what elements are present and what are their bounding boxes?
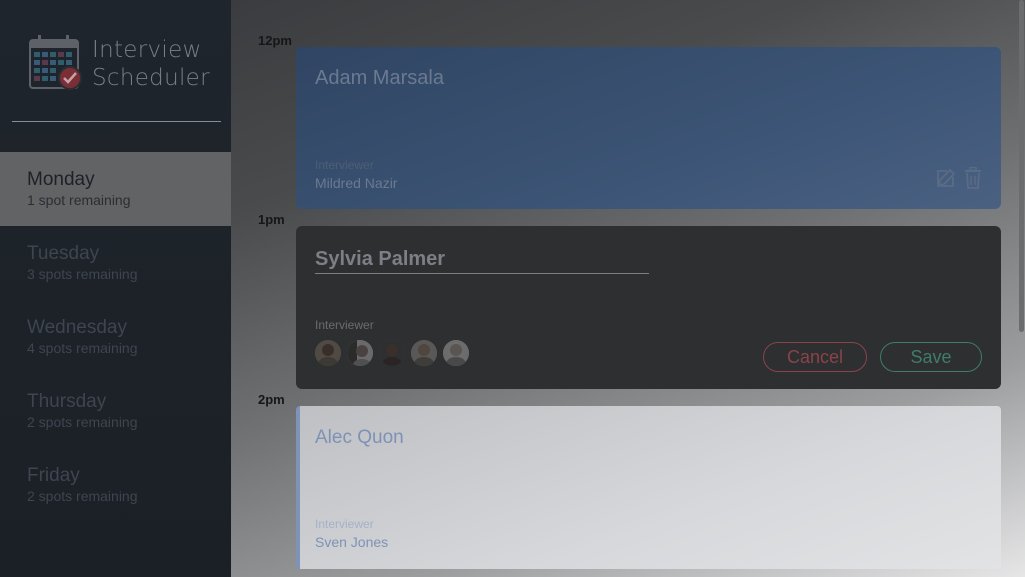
interviewer-avatar[interactable] bbox=[443, 340, 469, 366]
appointment-card: Adam Marsala Interviewer Mildred Nazir bbox=[296, 47, 1001, 209]
interviewer-name: Sven Jones bbox=[315, 534, 389, 550]
day-item-tuesday[interactable]: Tuesday 3 spots remaining bbox=[0, 226, 231, 300]
logo: Interview Scheduler bbox=[26, 34, 216, 94]
day-item-monday[interactable]: Monday 1 spot remaining bbox=[0, 152, 231, 226]
calendar-check-icon bbox=[28, 34, 84, 92]
appointment-actions bbox=[935, 166, 983, 189]
interviewer-name: Mildred Nazir bbox=[315, 175, 398, 191]
interviewer-list bbox=[315, 340, 469, 366]
schedule: 12pm 1pm 2pm Adam Marsala Interviewer Mi… bbox=[231, 0, 1025, 577]
appointment-form: Interviewer Cancel bbox=[296, 226, 1001, 389]
day-spots: 2 spots remaining bbox=[27, 488, 138, 504]
app: Interview Scheduler Monday 1 spot remain… bbox=[0, 0, 1025, 577]
time-label-2pm: 2pm bbox=[258, 392, 285, 407]
interviewer-avatar[interactable] bbox=[411, 340, 437, 366]
app-title-line1: Interview bbox=[92, 37, 202, 63]
interviewer-avatar[interactable] bbox=[379, 340, 405, 366]
day-item-thursday[interactable]: Thursday 2 spots remaining bbox=[0, 374, 231, 448]
cancel-button[interactable]: Cancel bbox=[763, 342, 867, 372]
student-name: Adam Marsala bbox=[315, 67, 444, 89]
interviewer-label: Interviewer bbox=[315, 318, 374, 332]
day-spots: 2 spots remaining bbox=[27, 414, 138, 430]
day-spots: 4 spots remaining bbox=[27, 340, 138, 356]
day-list: Monday 1 spot remaining Tuesday 3 spots … bbox=[0, 152, 231, 522]
app-title-line2: Scheduler bbox=[92, 65, 210, 91]
student-name: Alec Quon bbox=[315, 427, 404, 448]
day-name: Wednesday bbox=[27, 317, 127, 338]
save-button[interactable]: Save bbox=[880, 342, 982, 372]
day-name: Monday bbox=[27, 169, 95, 190]
time-label-12pm: 12pm bbox=[258, 33, 292, 48]
edit-icon[interactable] bbox=[935, 167, 956, 189]
day-name: Tuesday bbox=[27, 243, 100, 264]
student-name-input[interactable] bbox=[315, 246, 649, 274]
scrollbar-thumb[interactable] bbox=[1019, 0, 1024, 332]
appointment-card: Alec Quon Interviewer Sven Jones bbox=[296, 406, 1001, 569]
form-actions: Cancel Save bbox=[763, 342, 982, 372]
day-item-wednesday[interactable]: Wednesday 4 spots remaining bbox=[0, 300, 231, 374]
sidebar: Interview Scheduler Monday 1 spot remain… bbox=[0, 0, 231, 577]
day-spots: 1 spot remaining bbox=[27, 192, 131, 208]
day-item-friday[interactable]: Friday 2 spots remaining bbox=[0, 448, 231, 522]
day-name: Thursday bbox=[27, 391, 107, 412]
sidebar-divider bbox=[12, 121, 221, 122]
app-title: Interview Scheduler bbox=[92, 36, 210, 92]
day-spots: 3 spots remaining bbox=[27, 266, 138, 282]
trash-icon[interactable] bbox=[963, 166, 983, 189]
scrollbar[interactable] bbox=[1019, 0, 1025, 577]
interviewer-avatar[interactable] bbox=[347, 340, 373, 366]
day-name: Friday bbox=[27, 465, 80, 486]
interviewer-label: Interviewer bbox=[315, 158, 374, 172]
interviewer-label: Interviewer bbox=[315, 517, 374, 531]
time-label-1pm: 1pm bbox=[258, 212, 285, 227]
interviewer-avatar[interactable] bbox=[315, 340, 341, 366]
